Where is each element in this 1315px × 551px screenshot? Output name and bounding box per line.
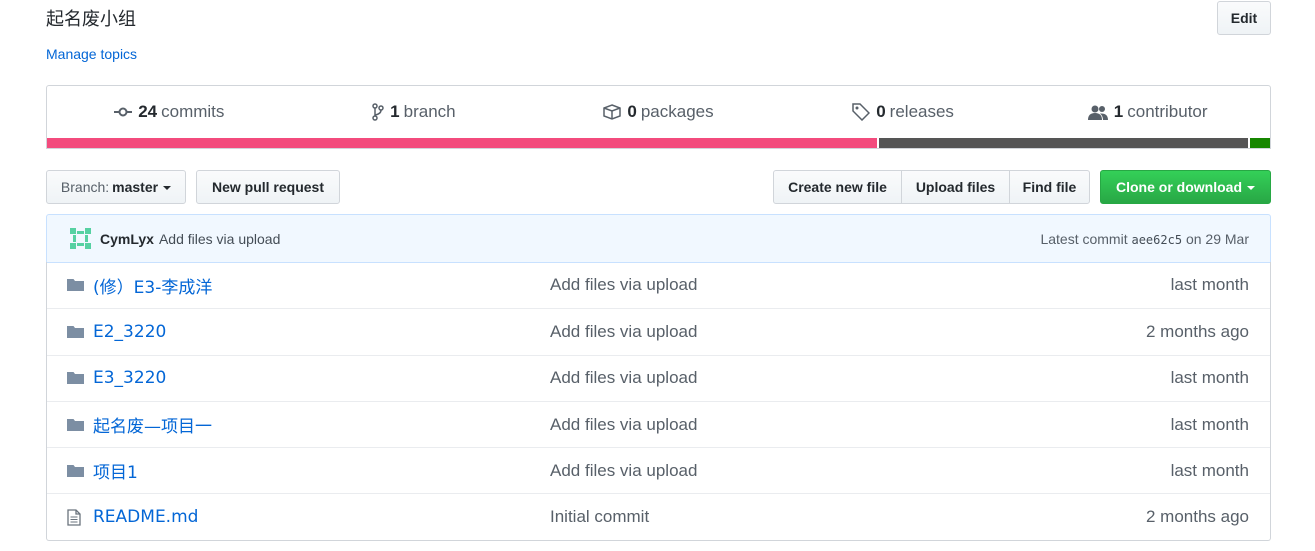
commits-icon xyxy=(114,107,133,117)
caret-down-icon xyxy=(163,186,172,190)
file-commit-message-link[interactable]: Add files via upload xyxy=(550,275,1171,295)
file-commit-message-link[interactable]: Add files via upload xyxy=(550,415,1171,435)
branch-select-button[interactable]: Branch: master xyxy=(46,170,186,204)
file-commit-age: last month xyxy=(1170,275,1249,295)
commit-author-link[interactable]: CymLyx xyxy=(100,231,154,247)
folder-icon xyxy=(47,418,93,432)
contributors-count: 1 xyxy=(1113,102,1124,121)
file-icon xyxy=(47,508,93,526)
file-row: README.md Initial commit 2 months ago xyxy=(47,493,1270,539)
folder-icon xyxy=(47,371,93,385)
language-segment[interactable] xyxy=(1247,138,1270,148)
file-commit-age: last month xyxy=(1170,460,1249,480)
releases-count: 0 xyxy=(876,102,886,121)
create-new-file-button[interactable]: Create new file xyxy=(773,170,902,204)
language-segment[interactable] xyxy=(877,138,1248,148)
file-actions: Create new file Upload files Find file xyxy=(773,170,1090,204)
packages-count: 0 xyxy=(627,102,637,121)
clone-or-download-button[interactable]: Clone or download xyxy=(1100,170,1271,204)
file-name-link[interactable]: 项目1 xyxy=(93,458,550,483)
find-file-button[interactable]: Find file xyxy=(1009,170,1090,204)
file-commit-message-link[interactable]: Add files via upload xyxy=(550,322,1146,342)
file-list: (修）E3-李成洋 Add files via upload last month E… xyxy=(46,262,1271,541)
folder-icon xyxy=(47,464,93,478)
package-icon xyxy=(603,104,622,120)
commits-count: 24 xyxy=(138,102,158,121)
edit-description-button[interactable]: Edit xyxy=(1217,1,1271,35)
folder-icon xyxy=(47,278,93,292)
commit-sha-link[interactable]: aee62c5 xyxy=(1131,233,1182,247)
manage-topics-link[interactable]: Manage topics xyxy=(46,46,137,62)
repo-description: 起名废小组 xyxy=(46,9,136,30)
file-row: (修）E3-李成洋 Add files via upload last month xyxy=(47,262,1270,308)
latest-commit-info: Latest commit aee62c5 on 29 Mar xyxy=(1040,231,1249,247)
file-commit-message-link[interactable]: Add files via upload xyxy=(550,461,1171,481)
contributors-label: contributor xyxy=(1127,102,1208,121)
branch-icon xyxy=(372,103,384,121)
latest-commit-prefix: Latest commit xyxy=(1040,230,1128,247)
upload-files-button[interactable]: Upload files xyxy=(901,170,1010,204)
stat-packages[interactable]: 0 packages xyxy=(536,86,781,138)
stat-contributors[interactable]: 1 contributor xyxy=(1025,86,1270,138)
caret-down-icon xyxy=(1247,186,1255,190)
file-commit-message-link[interactable]: Initial commit xyxy=(550,507,1146,527)
file-name-link[interactable]: (修）E3-李成洋 xyxy=(93,273,550,298)
latest-commit-date: on 29 Mar xyxy=(1185,230,1249,247)
file-name-link[interactable]: README.md xyxy=(93,507,550,527)
branches-label: branch xyxy=(403,102,456,121)
stat-branches[interactable]: 1 branch xyxy=(292,86,537,138)
file-commit-age: last month xyxy=(1170,368,1249,388)
releases-label: releases xyxy=(889,102,954,121)
file-commit-age: 2 months ago xyxy=(1145,507,1249,527)
file-name-link[interactable]: E3_3220 xyxy=(93,368,550,388)
packages-label: packages xyxy=(640,102,714,121)
file-row: 项目1 Add files via upload last month xyxy=(47,447,1270,493)
file-row: 起名废—项目一 Add files via upload last month xyxy=(47,400,1270,447)
commit-message-link[interactable]: Add files via upload xyxy=(159,231,280,247)
file-row: E2_3220 Add files via upload 2 months ago xyxy=(47,308,1270,354)
file-name-link[interactable]: 起名废—项目一 xyxy=(93,412,550,437)
tag-icon xyxy=(852,103,871,121)
branch-label: Branch: xyxy=(60,179,110,195)
folder-icon xyxy=(47,325,93,339)
clone-label: Clone or download xyxy=(1116,179,1242,195)
new-pull-request-button[interactable]: New pull request xyxy=(196,170,340,204)
file-commit-age: last month xyxy=(1170,414,1249,434)
language-segment[interactable] xyxy=(47,138,878,148)
branches-count: 1 xyxy=(390,102,400,121)
branch-value: master xyxy=(112,179,159,195)
file-commit-message-link[interactable]: Add files via upload xyxy=(550,368,1171,388)
stat-commits[interactable]: 24 commits xyxy=(47,86,292,138)
commits-label: commits xyxy=(161,102,225,121)
latest-commit-bar: CymLyx Add files via upload Latest commi… xyxy=(46,214,1271,263)
repo-summary: 24 commits 1 branch 0 packages 0 release… xyxy=(46,85,1271,149)
file-commit-age: 2 months ago xyxy=(1145,321,1249,341)
stat-releases[interactable]: 0 releases xyxy=(781,86,1026,138)
language-bar[interactable] xyxy=(47,138,1270,148)
people-icon xyxy=(1087,105,1108,120)
file-row: E3_3220 Add files via upload last month xyxy=(47,354,1270,401)
avatar[interactable] xyxy=(69,227,92,250)
file-name-link[interactable]: E2_3220 xyxy=(93,322,550,342)
